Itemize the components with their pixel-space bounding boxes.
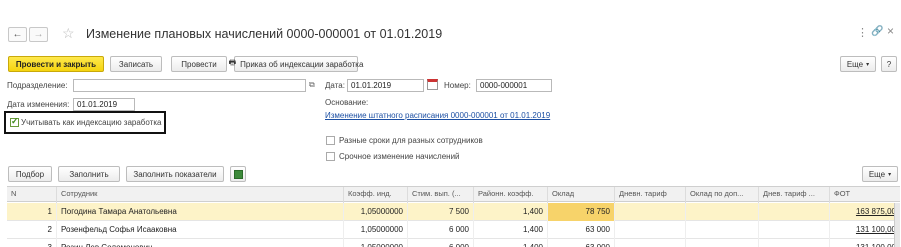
basis-label: Основание: <box>325 98 369 107</box>
close-icon[interactable]: × <box>887 24 894 38</box>
column-header[interactable]: Районн. коэфф. <box>474 187 548 203</box>
post-button[interactable]: Провести <box>171 56 227 72</box>
post-and-close-button[interactable]: Провести и закрыть <box>8 56 104 72</box>
save-button[interactable]: Записать <box>110 56 162 72</box>
fill-button[interactable]: Заполнить <box>58 166 120 182</box>
district-coef-cell[interactable]: 1,400 <box>474 239 548 247</box>
salary-add-cell[interactable] <box>686 221 759 239</box>
fot-cell[interactable]: 163 875,00 <box>830 203 900 221</box>
indexation-checkbox[interactable] <box>10 116 19 127</box>
column-header[interactable]: N <box>7 187 57 203</box>
stim-cell[interactable]: 6 000 <box>408 221 474 239</box>
table-row[interactable]: 3 Розин Лев Соломонович 1,05000000 6 000… <box>7 239 900 247</box>
fot-cell[interactable]: 131 100,00 <box>830 221 900 239</box>
table-more-button[interactable]: Еще ▾ <box>862 166 898 182</box>
column-header[interactable]: Дневн. тариф <box>615 187 686 203</box>
excel-export-button[interactable] <box>230 166 246 182</box>
department-label: Подразделение: <box>7 81 68 90</box>
table-header: N Сотрудник Коэфф. инд. Стим. вып. (... … <box>7 186 900 203</box>
chevron-down-icon: ▾ <box>888 171 892 178</box>
column-header[interactable]: Сотрудник <box>57 187 344 203</box>
printer-icon: 🖶 <box>228 58 237 67</box>
row-number: 2 <box>7 221 57 239</box>
coef-cell[interactable]: 1,05000000 <box>344 203 408 221</box>
table-row[interactable]: 2 Розенфельд Софья Исааковна 1,05000000 … <box>7 221 900 239</box>
chevron-down-icon: ▾ <box>866 61 870 68</box>
coef-cell[interactable]: 1,05000000 <box>344 221 408 239</box>
different-terms-checkbox[interactable] <box>326 136 335 145</box>
row-number: 1 <box>7 203 57 221</box>
indexation-label: Учитывать как индексацию заработка <box>21 118 162 127</box>
column-header[interactable]: Оклад по доп... <box>686 187 759 203</box>
table-row[interactable]: 1 Погодина Тамара Анатольевна 1,05000000… <box>7 203 900 221</box>
column-header[interactable]: Стим. вып. (... <box>408 187 474 203</box>
salary-add-cell[interactable] <box>686 203 759 221</box>
column-header[interactable]: Днев. тариф ... <box>759 187 830 203</box>
spreadsheet-icon <box>233 169 243 179</box>
help-button[interactable]: ? <box>881 56 897 72</box>
different-terms-label: Разные сроки для разных сотрудников <box>339 136 483 145</box>
favorite-star-icon[interactable]: ☆ <box>62 25 75 42</box>
window-menu-icon[interactable]: ⋮ <box>857 26 868 39</box>
calendar-icon[interactable] <box>427 79 438 90</box>
salary-cell[interactable]: 78 750 <box>548 203 615 221</box>
employee-cell[interactable]: Розенфельд Софья Исааковна <box>57 221 344 239</box>
daily-add-cell[interactable] <box>759 203 830 221</box>
table-scrollbar[interactable] <box>894 203 900 247</box>
urgent-change-checkbox[interactable] <box>326 152 335 161</box>
change-date-field[interactable]: 01.01.2019 <box>73 98 135 111</box>
daily-add-cell[interactable] <box>759 239 830 247</box>
indexation-order-button[interactable]: 🖶 Приказ об индексации заработка <box>229 56 363 72</box>
column-header[interactable]: Коэфф. инд. <box>344 187 408 203</box>
salary-add-cell[interactable] <box>686 239 759 247</box>
pick-button[interactable]: Подбор <box>8 166 52 182</box>
open-department-icon[interactable]: ⧉ <box>309 80 315 90</box>
daily-add-cell[interactable] <box>759 221 830 239</box>
number-field[interactable]: 0000-000001 <box>476 79 552 92</box>
table-more-label: Еще <box>868 169 886 179</box>
employee-cell[interactable]: Розин Лев Соломонович <box>57 239 344 247</box>
more-button[interactable]: Еще ▾ <box>840 56 876 72</box>
urgent-change-label: Срочное изменение начислений <box>339 152 460 161</box>
number-label: Номер: <box>444 81 471 90</box>
fot-cell[interactable]: 131 100,00 <box>830 239 900 247</box>
district-coef-cell[interactable]: 1,400 <box>474 203 548 221</box>
indexation-order-label: Приказ об индексации заработка <box>240 59 364 69</box>
nav-forward-button[interactable]: → <box>29 27 48 42</box>
district-coef-cell[interactable]: 1,400 <box>474 221 548 239</box>
page-title: Изменение плановых начислений 0000-00000… <box>86 27 443 41</box>
column-header[interactable]: ФОТ <box>830 187 900 203</box>
stim-cell[interactable]: 6 000 <box>408 239 474 247</box>
daily-rate-cell[interactable] <box>615 239 686 247</box>
fill-indicators-button[interactable]: Заполнить показатели <box>126 166 224 182</box>
basis-link[interactable]: Изменение штатного расписания 0000-00000… <box>325 111 550 120</box>
row-number: 3 <box>7 239 57 247</box>
daily-rate-cell[interactable] <box>615 203 686 221</box>
column-header[interactable]: Оклад <box>548 187 615 203</box>
department-field[interactable] <box>73 79 306 92</box>
date-field[interactable]: 01.01.2019 <box>347 79 424 92</box>
coef-cell[interactable]: 1,05000000 <box>344 239 408 247</box>
link-icon[interactable]: 🔗 <box>871 26 883 37</box>
salary-cell[interactable]: 63 000 <box>548 221 615 239</box>
more-label: Еще <box>846 59 864 69</box>
employee-cell[interactable]: Погодина Тамара Анатольевна <box>57 203 344 221</box>
date-label: Дата: <box>325 81 345 90</box>
salary-cell[interactable]: 63 000 <box>548 239 615 247</box>
change-date-label: Дата изменения: <box>7 100 70 109</box>
nav-back-button[interactable]: ← <box>8 27 27 42</box>
daily-rate-cell[interactable] <box>615 221 686 239</box>
stim-cell[interactable]: 7 500 <box>408 203 474 221</box>
